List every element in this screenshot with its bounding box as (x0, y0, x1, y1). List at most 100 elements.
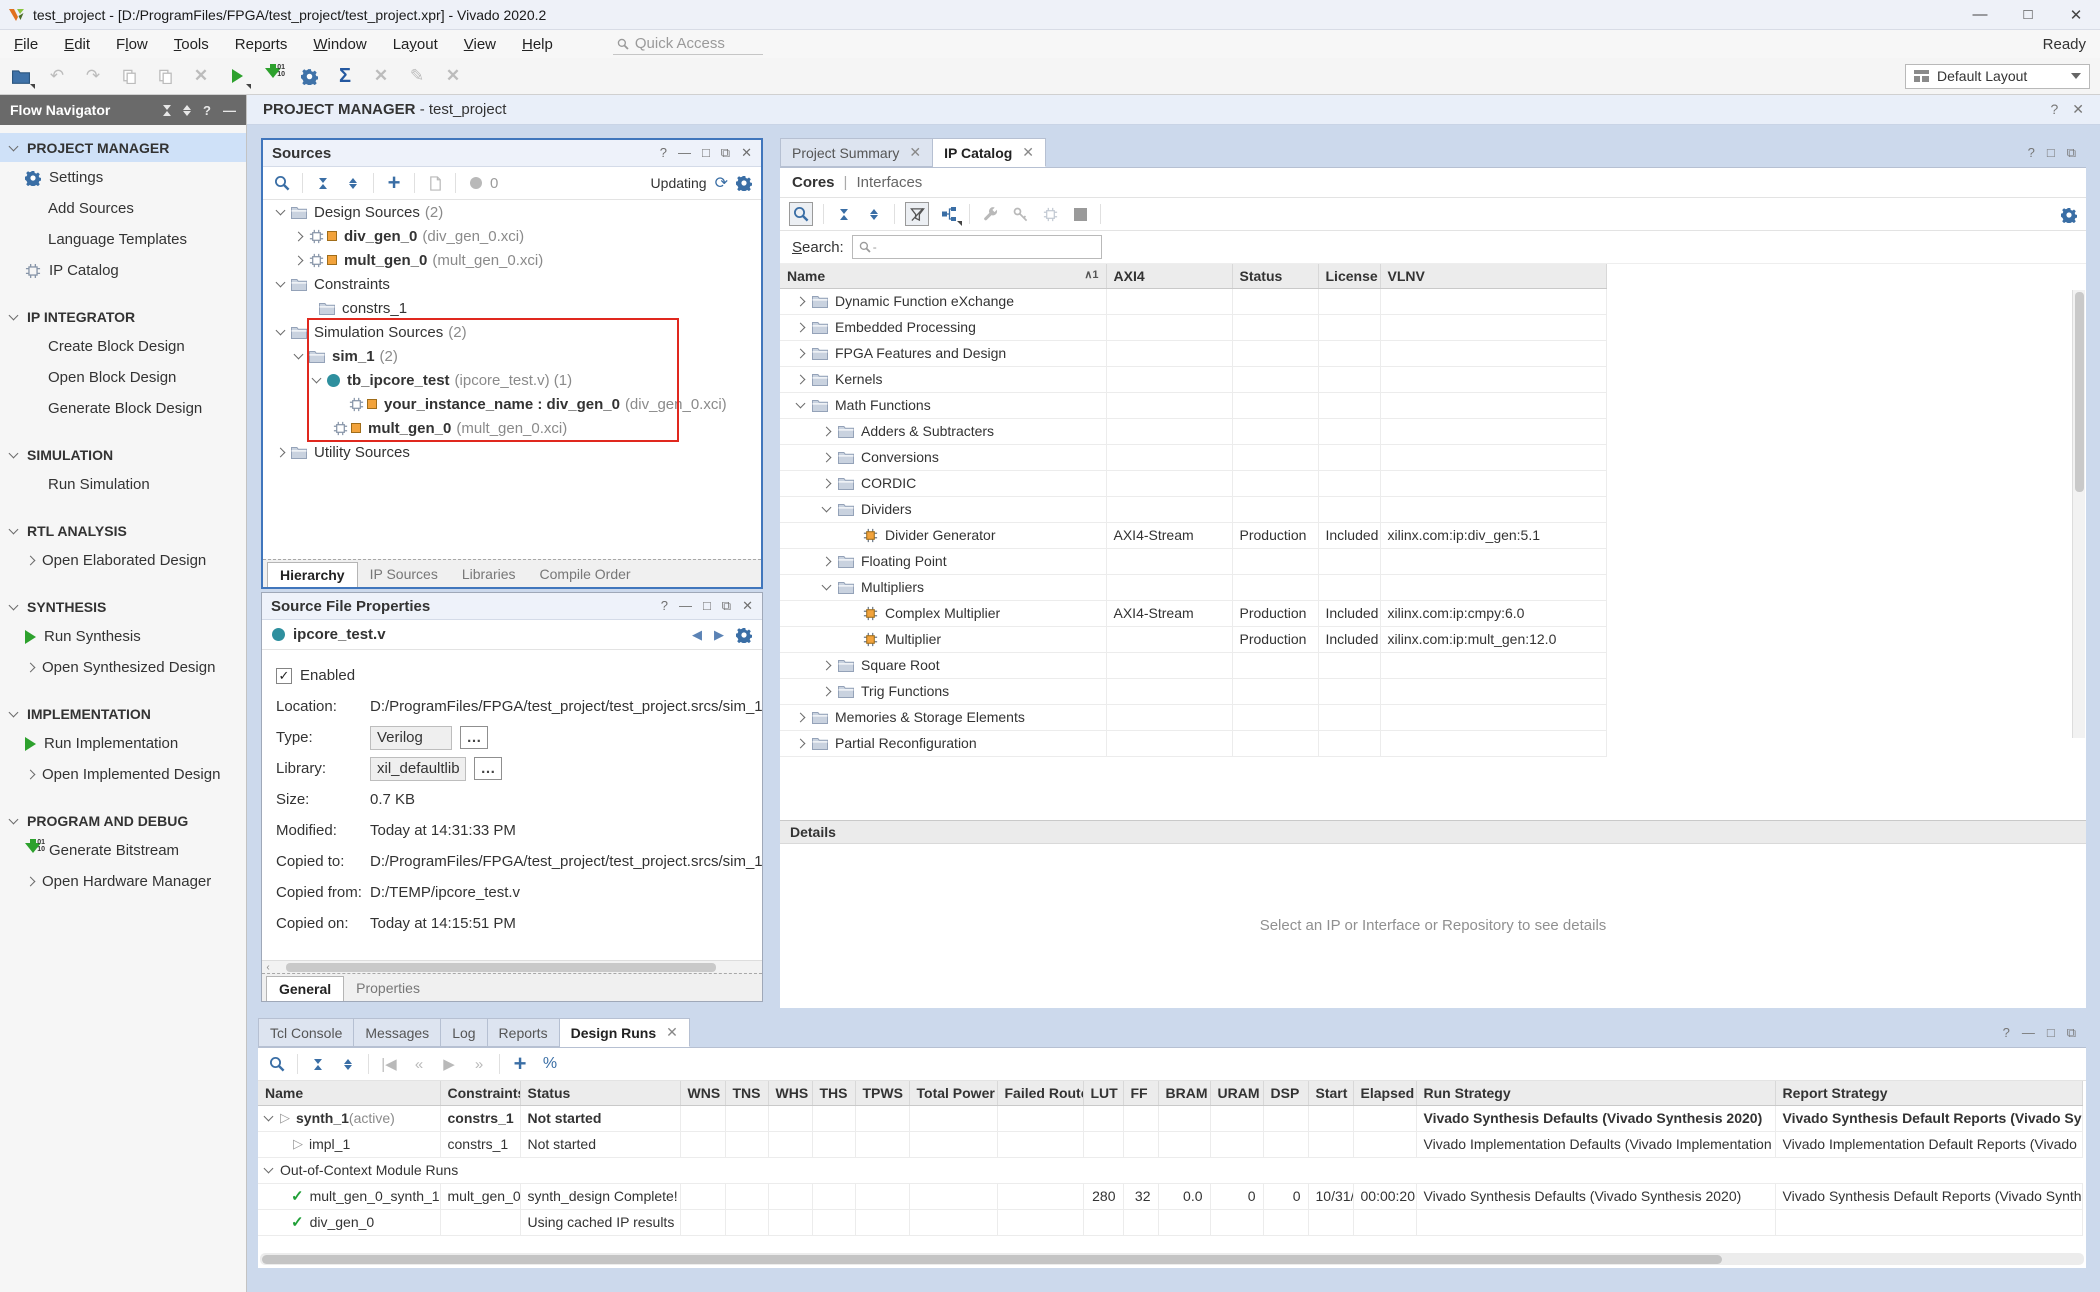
tree-row[interactable]: Design Sources(2) (263, 200, 761, 224)
menu-window[interactable]: Window (313, 36, 366, 53)
filter-icon[interactable] (905, 202, 929, 226)
ip-settings-icon[interactable] (1040, 204, 1060, 224)
float-icon[interactable]: ⧉ (2067, 145, 2076, 161)
minimize-icon[interactable]: — (679, 598, 692, 614)
ip-row[interactable]: Square Root (780, 652, 1606, 678)
help-icon[interactable]: ? (203, 103, 211, 118)
expand-all-icon[interactable] (338, 1054, 358, 1074)
menu-flow[interactable]: Flow (116, 36, 148, 53)
run-button[interactable] (226, 65, 248, 87)
flow-section-synthesis[interactable]: SYNTHESIS (0, 592, 246, 621)
tree-row[interactable]: mult_gen_0(mult_gen_0.xci) (263, 248, 761, 272)
paste-button[interactable] (154, 65, 176, 87)
flow-item-run-simulation[interactable]: Run Simulation (0, 469, 246, 500)
type-browse-button[interactable]: … (460, 726, 488, 749)
redo-button[interactable]: ↷ (82, 65, 104, 87)
undo-button[interactable]: ↶ (46, 65, 68, 87)
tree-row[interactable]: Constraints (263, 272, 761, 296)
report-summary-button[interactable]: Σ (334, 65, 356, 87)
menu-edit[interactable]: Edit (64, 36, 90, 53)
run-row[interactable]: ▷impl_1 constrs_1Not started Vivado Impl… (258, 1131, 2082, 1157)
maximize-icon[interactable]: □ (703, 598, 711, 614)
collapse-all-icon[interactable] (834, 204, 854, 224)
tree-row[interactable]: mult_gen_0(mult_gen_0.xci) (263, 416, 761, 440)
ip-row[interactable]: Complex MultiplierAXI4-StreamProductionI… (780, 600, 1606, 626)
details-toggle-icon[interactable] (1070, 204, 1090, 224)
tab-general[interactable]: General (266, 976, 344, 1001)
ip-row[interactable]: Floating Point (780, 548, 1606, 574)
run-icon[interactable]: ▶ (439, 1054, 459, 1074)
layout-selector[interactable]: Default Layout (1905, 64, 2090, 89)
back-icon[interactable]: ◀ (692, 627, 702, 643)
flow-item-open-hardware-manager[interactable]: Open Hardware Manager (0, 866, 246, 897)
flow-item-settings[interactable]: Settings (0, 162, 246, 193)
ip-row[interactable]: Trig Functions (780, 678, 1606, 704)
tree-row[interactable]: your_instance_name : div_gen_0(div_gen_0… (263, 392, 761, 416)
tree-row[interactable]: Simulation Sources(2) (263, 320, 761, 344)
float-icon[interactable]: ⧉ (721, 145, 730, 161)
run-row[interactable]: ▷synth_1 (active) constrs_1Not started V… (258, 1105, 2082, 1131)
rewind-icon[interactable]: « (409, 1054, 429, 1074)
flow-item-open-implemented-design[interactable]: Open Implemented Design (0, 759, 246, 790)
flow-section-simulation[interactable]: SIMULATION (0, 440, 246, 469)
ip-row[interactable]: Embedded Processing (780, 314, 1606, 340)
tree-row[interactable]: Utility Sources (263, 440, 761, 464)
flow-section-project-manager[interactable]: PROJECT MANAGER (0, 133, 246, 162)
tab-design-runs[interactable]: Design Runs✕ (560, 1018, 690, 1047)
tree-row[interactable]: div_gen_0(div_gen_0.xci) (263, 224, 761, 248)
tab-messages[interactable]: Messages (354, 1018, 441, 1047)
menu-reports[interactable]: Reports (235, 36, 288, 53)
help-icon[interactable]: ? (2050, 101, 2058, 118)
close-icon[interactable]: ✕ (741, 145, 752, 161)
ip-row[interactable]: Adders & Subtracters (780, 418, 1606, 444)
flow-item-open-elaborated-design[interactable]: Open Elaborated Design (0, 545, 246, 576)
horizontal-scrollbar[interactable] (260, 1253, 2084, 1265)
tab-hierarchy[interactable]: Hierarchy (267, 562, 358, 587)
horizontal-scrollbar[interactable]: ‹ (262, 960, 762, 973)
close-icon[interactable]: ✕ (666, 1024, 678, 1041)
flow-item-language-templates[interactable]: Language Templates (0, 224, 246, 255)
expand-all-icon[interactable] (864, 204, 884, 224)
search-icon[interactable] (267, 1054, 287, 1074)
close-icon[interactable]: ✕ (909, 144, 921, 161)
gear-icon[interactable] (736, 627, 752, 643)
stop-button[interactable]: ✕ (370, 65, 392, 87)
help-icon[interactable]: ? (661, 598, 668, 614)
ip-row[interactable]: Dividers (780, 496, 1606, 522)
expand-all-icon[interactable] (343, 173, 363, 193)
tab-ip-sources[interactable]: IP Sources (358, 560, 450, 587)
flow-section-program-and-debug[interactable]: PROGRAM AND DEBUG (0, 806, 246, 835)
percent-icon[interactable]: % (540, 1054, 560, 1074)
maximize-icon[interactable]: □ (702, 145, 710, 161)
menu-file[interactable]: File (14, 36, 38, 53)
edit-button[interactable]: ✎ (406, 65, 428, 87)
float-icon[interactable]: ⧉ (2067, 1025, 2076, 1041)
ip-row[interactable]: Conversions (780, 444, 1606, 470)
column-name[interactable]: Name (258, 1081, 440, 1105)
customize-ip-icon[interactable] (980, 204, 1000, 224)
menu-view[interactable]: View (464, 36, 496, 53)
type-input[interactable]: Verilog (370, 726, 452, 750)
flow-item-generate-bitstream[interactable]: 0110Generate Bitstream (0, 835, 246, 866)
flow-section-implementation[interactable]: IMPLEMENTATION (0, 699, 246, 728)
flow-item-open-synthesized-design[interactable]: Open Synthesized Design (0, 652, 246, 683)
flow-item-open-block-design[interactable]: Open Block Design (0, 362, 246, 393)
ip-search-input[interactable]: - (852, 235, 1102, 259)
ip-row[interactable]: Divider GeneratorAXI4-StreamProductionIn… (780, 522, 1606, 548)
enabled-checkbox[interactable]: ✓ (276, 668, 292, 684)
license-icon[interactable] (1010, 204, 1030, 224)
generate-bitstream-button[interactable]: 0110 (262, 65, 284, 87)
close-button[interactable]: ✕ (2052, 0, 2100, 30)
collapse-all-icon[interactable] (313, 173, 333, 193)
copy-button[interactable] (118, 65, 140, 87)
add-sources-icon[interactable]: + (384, 173, 404, 193)
maximize-icon[interactable]: □ (2047, 1025, 2055, 1040)
menu-layout[interactable]: Layout (393, 36, 438, 53)
step-back-icon[interactable]: |◀ (379, 1054, 399, 1074)
create-run-icon[interactable]: + (510, 1054, 530, 1074)
tree-row[interactable]: constrs_1 (263, 296, 761, 320)
delete-button[interactable]: ✕ (190, 65, 212, 87)
settings-button[interactable] (298, 65, 320, 87)
close-icon[interactable]: ✕ (1022, 144, 1034, 161)
subtab-interfaces[interactable]: Interfaces (856, 174, 922, 191)
